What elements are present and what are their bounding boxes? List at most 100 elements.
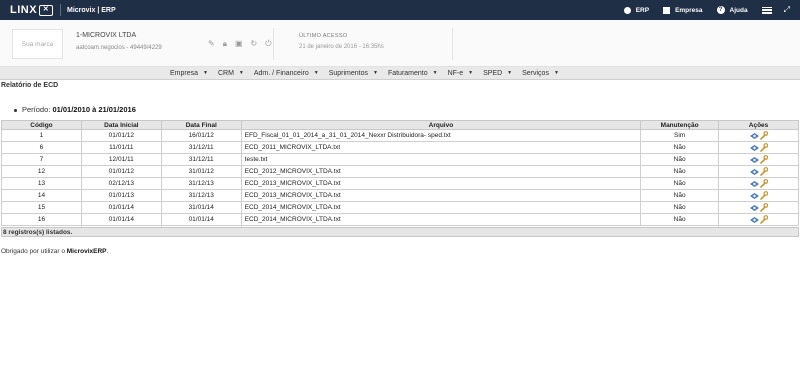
menu-crm[interactable]: CRM ▼ [218,70,244,77]
cell-manutencao: Sim [640,129,720,142]
period-line: Período: 01/01/2010 à 21/01/2016 [14,105,136,114]
col-arquivo[interactable]: Arquivo [240,120,642,130]
cell-data-final: 31/12/13 [160,189,242,202]
caret-down-icon: ▼ [313,70,319,76]
view-icon[interactable] [749,204,759,211]
cell-data-inicial: 01/01/14 [80,201,162,214]
divider [60,4,61,16]
col-manutencao[interactable]: Manutenção [640,120,720,130]
cell-codigo: 15 [1,201,82,214]
cell-data-final: 31/12/13 [160,177,242,190]
cell-arquivo: ECD_2013_MICROVIX_LTDA.txt [240,189,642,202]
wrench-icon[interactable] [759,215,768,224]
menu-empresa[interactable]: Empresa ▼ [170,70,208,77]
menu-nfe[interactable]: NF-e ▼ [448,70,474,77]
records-count: 8 registros(s) listados. [1,227,799,237]
cell-manutencao: Não [640,189,720,202]
table-row[interactable]: 6 11/01/11 31/12/11 ECD_2011_MICROVIX_LTDA.… [1,141,799,154]
col-codigo[interactable]: Código [1,120,82,130]
cell-data-final: 31/12/11 [160,153,242,166]
brand-placeholder: Sua marca [12,29,63,59]
cell-manutencao: Não [640,201,720,214]
empresa-menu[interactable]: Empresa [663,6,703,14]
main-menu: Empresa ▼ CRM ▼ Adm. / Financeiro ▼ Suprime… [0,67,800,80]
wrench-icon[interactable] [759,155,768,164]
company-subtitle: aatcoam.negocios - 49449/4229 [76,45,162,51]
top-bar: LINX ✕ Microvix | ERP ERP Empresa ? Ajuda… [0,0,800,20]
table-row[interactable]: 12 01/01/12 31/01/12 ECD_2012_MICROVIX_LTDA… [1,165,799,178]
col-data-inicial[interactable]: Data Inicial [80,120,162,130]
cell-acoes [718,213,799,226]
menu-suprimentos[interactable]: Suprimentos ▼ [329,70,378,77]
cell-codigo: 7 [1,153,82,166]
table-row[interactable]: 13 02/12/13 31/12/13 ECD_2013_MICROVIX_LTDA… [1,177,799,190]
cell-data-final: 16/01/12 [160,129,242,142]
wrench-icon[interactable] [759,203,768,212]
brand-name: MicrovixERP [66,248,107,255]
wrench-icon[interactable] [759,167,768,176]
cell-manutencao: Não [640,153,720,166]
view-icon[interactable] [749,168,759,175]
bullet [14,108,17,112]
wrench-icon[interactable] [759,143,768,152]
company-header: Sua marca 1-MICROVIX LTDA aatcoam.negoci… [0,20,800,67]
table-row[interactable]: 7 12/01/11 31/12/11 teste.txt Não [1,153,799,166]
table-row[interactable]: 1 01/01/12 16/01/12 EFD_Fiscal_01_01_2014_a… [1,129,799,142]
last-access-title: ÚLTIMO ACESSO [299,33,348,39]
cell-data-inicial: 12/01/11 [80,153,162,166]
lock-icon[interactable]: 🔒︎ [223,39,227,49]
caret-down-icon: ▼ [372,70,378,76]
view-icon[interactable] [749,144,759,151]
cell-data-inicial: 01/01/12 [80,165,162,178]
col-acoes: Ações [718,120,799,130]
cell-data-inicial: 02/12/13 [80,177,162,190]
cell-arquivo: ECD_2014_MICROVIX_LTDA.txt [240,213,642,226]
thanks-message: Obrigado por utilizar o MicrovixERP. [1,248,109,255]
cell-codigo: 13 [1,177,82,190]
power-icon[interactable]: ⏻ [265,39,271,49]
cell-acoes [718,129,799,142]
table-row[interactable]: 14 01/01/13 31/12/13 ECD_2013_MICROVIX_LTDA… [1,189,799,202]
logo-text: LINX [10,4,38,16]
refresh-icon[interactable]: ↻ [251,39,258,49]
help-label: Ajuda [729,6,748,14]
view-icon[interactable] [749,192,759,199]
table-row[interactable]: 15 01/01/14 31/01/14 ECD_2014_MICROVIX_LTDA… [1,201,799,214]
erp-menu[interactable]: ERP [623,6,650,14]
top-right-menu: ERP Empresa ? Ajuda ⤢ [623,0,800,20]
menu-list-icon[interactable] [761,6,772,14]
period-value: 01/01/2010 à 21/01/2016 [52,105,136,114]
divider [452,28,453,60]
cell-acoes [718,165,799,178]
menu-sped[interactable]: SPED ▼ [483,70,512,77]
save-icon[interactable]: ▣ [235,39,243,49]
table-header: Código Data Inicial Data Final Arquivo M… [1,120,799,130]
cell-acoes [718,153,799,166]
menu-faturamento[interactable]: Faturamento ▼ [388,70,438,77]
cell-codigo: 12 [1,165,82,178]
view-icon[interactable] [749,156,759,163]
cell-manutencao: Não [640,165,720,178]
menu-adm-financeiro[interactable]: Adm. / Financeiro ▼ [254,70,319,77]
app-title: Microvix | ERP [67,6,116,14]
col-data-final[interactable]: Data Final [160,120,242,130]
view-icon[interactable] [749,216,759,223]
period-label: Período: [22,105,51,114]
globe-icon [623,6,631,14]
edit-icon[interactable]: ✎ [208,39,215,49]
menu-servicos[interactable]: Serviços ▼ [522,70,559,77]
help-menu[interactable]: ? Ajuda [716,6,748,14]
view-icon[interactable] [749,180,759,187]
wrench-icon[interactable] [759,191,768,200]
cell-manutencao: Não [640,141,720,154]
expand-icon[interactable]: ⤢ [784,5,790,15]
help-icon: ? [716,6,725,14]
erp-label: ERP [635,6,650,14]
table-row[interactable]: 16 01/01/14 01/01/14 ECD_2014_MICROVIX_LTDA… [1,213,799,226]
cell-codigo: 14 [1,189,82,202]
wrench-icon[interactable] [759,179,768,188]
caret-down-icon: ▼ [507,70,513,76]
view-icon[interactable] [749,132,759,139]
linx-logo[interactable]: LINX ✕ [0,0,58,20]
wrench-icon[interactable] [759,131,768,140]
